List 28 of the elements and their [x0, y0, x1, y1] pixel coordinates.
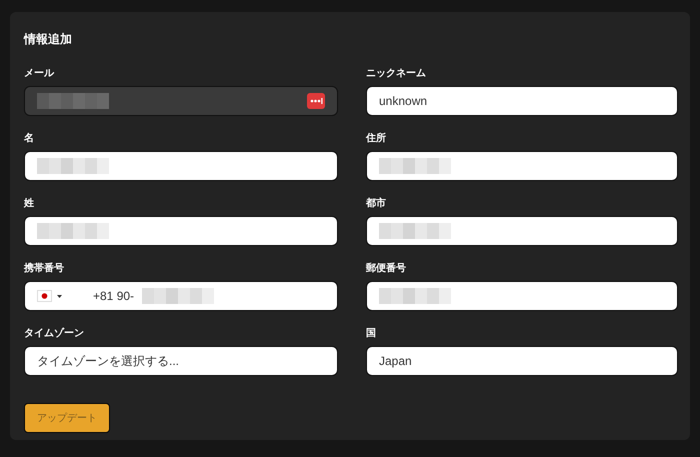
text-field[interactable] — [24, 151, 338, 181]
redacted-value — [379, 223, 451, 239]
field-label: 郵便番号 — [366, 262, 406, 275]
text-field[interactable]: unknown — [366, 86, 678, 116]
form-title: 情報追加 — [24, 31, 72, 48]
country-dropdown[interactable] — [37, 290, 63, 302]
field-label: 姓 — [24, 196, 34, 210]
redacted-value — [379, 158, 451, 174]
field-label: 名 — [24, 132, 34, 145]
select-field[interactable]: タイムゾーンを選択する... — [24, 346, 338, 376]
redacted-value — [37, 223, 109, 239]
field-label: メール — [24, 67, 54, 80]
field-label: タイムゾーン — [24, 326, 84, 340]
field-label: ニックネーム — [366, 67, 426, 80]
text-field[interactable] — [366, 151, 678, 181]
field-label: 携帯番号 — [24, 262, 64, 275]
phone-field[interactable]: +81 90- — [24, 281, 338, 311]
redacted-value — [379, 288, 451, 304]
field-label: 都市 — [366, 196, 386, 210]
text-field[interactable] — [366, 216, 678, 246]
field-label: 住所 — [366, 132, 386, 145]
phone-value: +81 90- — [93, 289, 134, 303]
field-label: 国 — [366, 327, 376, 340]
text-field[interactable] — [24, 216, 338, 246]
text-field[interactable]: Japan — [366, 346, 678, 376]
redacted-value — [37, 158, 109, 174]
text-field[interactable] — [366, 281, 678, 311]
redacted-value — [37, 93, 109, 109]
